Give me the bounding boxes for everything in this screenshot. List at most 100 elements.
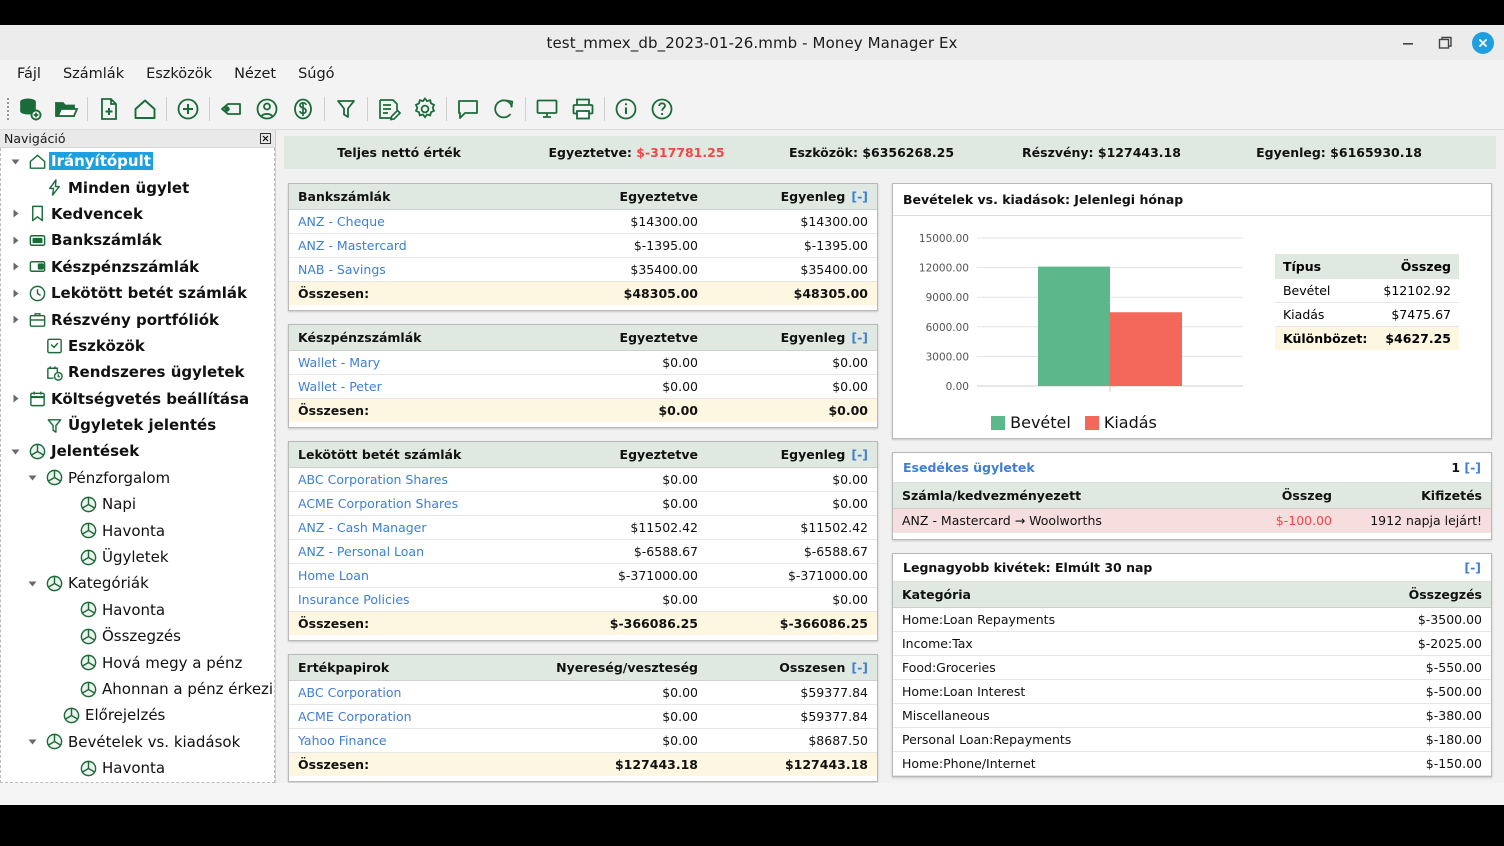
comment-icon[interactable] xyxy=(450,91,486,127)
account-name[interactable]: NAB - Savings xyxy=(289,257,537,282)
bills-title[interactable]: Esedékes ügyletek xyxy=(903,460,1035,475)
sidebar-item-banksz-ml-k[interactable]: Bankszámlák xyxy=(1,227,274,253)
account-name[interactable]: ABC Corporation Shares xyxy=(289,467,537,492)
account-name[interactable]: ANZ - Mastercard xyxy=(289,233,537,258)
withdrawal-row[interactable]: Miscellaneous $-380.00 xyxy=(893,703,1491,728)
tree-expander-0[interactable] xyxy=(5,156,25,167)
sidebar-item-gyletek-jelent-s[interactable]: Ügyletek jelentés xyxy=(1,412,274,438)
sidebar-item-hov-megy-a-p-nz[interactable]: Hová megy a pénz xyxy=(1,649,274,675)
info-icon[interactable] xyxy=(608,91,644,127)
filter-icon[interactable] xyxy=(328,91,364,127)
table-row[interactable]: ABC Corporation $0.00 $59377.84 xyxy=(289,680,877,705)
sidebar-item-r-szv-ny-portf-li-k[interactable]: Részvény portfóliók xyxy=(1,306,274,332)
table-row[interactable]: ACME Corporation Shares $0.00 $0.00 xyxy=(289,491,877,516)
sidebar-item-havonta[interactable]: Havonta xyxy=(1,755,274,781)
bill-row[interactable]: ANZ - Mastercard → Woolworths $-100.00 191… xyxy=(893,508,1491,533)
menu-sugo[interactable]: Súgó xyxy=(289,63,343,85)
home-icon[interactable] xyxy=(127,91,163,127)
account-name[interactable]: ANZ - Cheque xyxy=(289,209,537,234)
sidebar-item-havonta[interactable]: Havonta xyxy=(1,517,274,543)
cash-collapse-toggle[interactable]: [-] xyxy=(845,330,868,345)
tree-expander-4[interactable] xyxy=(5,261,25,272)
term-collapse-toggle[interactable]: [-] xyxy=(845,447,868,462)
account-name[interactable]: Wallet - Peter xyxy=(289,374,537,399)
menu-fajl[interactable]: Fájl xyxy=(8,63,50,85)
table-row[interactable]: ANZ - Mastercard $-1395.00 $-1395.00 xyxy=(289,233,877,258)
sidebar-item-ir-ny-t-pult[interactable]: Irányítópult xyxy=(1,148,274,174)
withdrawal-row[interactable]: Food:Groceries $-550.00 xyxy=(893,655,1491,680)
payee-icon[interactable] xyxy=(249,91,285,127)
account-name[interactable]: Home Loan xyxy=(289,563,537,588)
menu-szamlak[interactable]: Számlák xyxy=(54,63,133,85)
sidebar-item-kateg-ri-k[interactable]: Kategóriák xyxy=(1,570,274,596)
account-name[interactable]: ACME Corporation xyxy=(289,704,537,729)
toolbar-grip[interactable] xyxy=(4,96,12,122)
sidebar-item-minden-gylet[interactable]: Minden ügylet xyxy=(1,174,274,200)
minimize-icon[interactable] xyxy=(1398,33,1418,53)
sidebar-item-jelent-sek[interactable]: Jelentések xyxy=(1,438,274,464)
tree-expander-6[interactable] xyxy=(5,314,25,325)
bank-collapse-toggle[interactable]: [-] xyxy=(845,189,868,204)
account-name[interactable]: ANZ - Cash Manager xyxy=(289,515,537,540)
sidebar-item-napi[interactable]: Napi xyxy=(1,491,274,517)
tree-expander-2[interactable] xyxy=(5,208,25,219)
screen-icon[interactable] xyxy=(529,91,565,127)
account-name[interactable]: ANZ - Personal Loan xyxy=(289,539,537,564)
table-row[interactable]: ACME Corporation $0.00 $59377.84 xyxy=(289,704,877,729)
tree-expander-22[interactable] xyxy=(22,736,42,747)
table-row[interactable]: Yahoo Finance $0.00 $8687.50 xyxy=(289,728,877,753)
sidebar-item-el-rejelz-s[interactable]: Előrejelzés xyxy=(1,702,274,728)
table-row[interactable]: Insurance Policies $0.00 $0.00 xyxy=(289,587,877,612)
table-row[interactable]: ABC Corporation Shares $0.00 $0.00 xyxy=(289,467,877,492)
withdrawal-row[interactable]: Home:Loan Repayments $-3500.00 xyxy=(893,607,1491,632)
account-name[interactable]: ACME Corporation Shares xyxy=(289,491,537,516)
menu-nezet[interactable]: Nézet xyxy=(225,63,285,85)
table-row[interactable]: Wallet - Peter $0.00 $0.00 xyxy=(289,374,877,399)
tree-expander-3[interactable] xyxy=(5,235,25,246)
account-name[interactable]: Wallet - Mary xyxy=(289,350,537,375)
maximize-icon[interactable] xyxy=(1435,33,1455,53)
new-database-icon[interactable] xyxy=(12,91,48,127)
open-database-icon[interactable] xyxy=(48,91,84,127)
menu-eszkozok[interactable]: Eszközök xyxy=(137,63,221,85)
sidebar-item-lek-t-tt-bet-t-sz-ml-k[interactable]: Lekötött betét számlák xyxy=(1,280,274,306)
navigation-close-icon[interactable] xyxy=(260,133,271,144)
close-button[interactable] xyxy=(1472,31,1494,54)
top-withdrawals-collapse-toggle[interactable]: [-] xyxy=(1458,560,1481,575)
settings-gear-icon[interactable] xyxy=(407,91,443,127)
table-row[interactable]: NAB - Savings $35400.00 $35400.00 xyxy=(289,257,877,282)
withdrawal-row[interactable]: Personal Loan:Repayments $-180.00 xyxy=(893,727,1491,752)
tree-expander-9[interactable] xyxy=(5,393,25,404)
add-account-icon[interactable] xyxy=(170,91,206,127)
sidebar-item-k-szp-nzsz-ml-k[interactable]: Készpénzszámlák xyxy=(1,254,274,280)
account-name[interactable]: ABC Corporation xyxy=(289,680,537,705)
currency-icon[interactable] xyxy=(285,91,321,127)
sidebar-item-k-lts-gvet-s-be-ll-t-sa[interactable]: Költségvetés beállítása xyxy=(1,386,274,412)
refresh-icon[interactable] xyxy=(486,91,522,127)
help-icon[interactable] xyxy=(644,91,680,127)
sidebar-item-sszegz-s[interactable]: Összegzés xyxy=(1,623,274,649)
table-row[interactable]: Home Loan $-371000.00 $-371000.00 xyxy=(289,563,877,588)
tree-expander-11[interactable] xyxy=(5,446,25,457)
account-name[interactable]: Insurance Policies xyxy=(289,587,537,612)
withdrawal-row[interactable]: Home:Loan Interest $-500.00 xyxy=(893,679,1491,704)
table-row[interactable]: ANZ - Personal Loan $-6588.67 $-6588.67 xyxy=(289,539,877,564)
new-transaction-icon[interactable] xyxy=(91,91,127,127)
bills-collapse-toggle[interactable]: [-] xyxy=(1464,460,1481,475)
tree-expander-12[interactable] xyxy=(22,472,42,483)
table-row[interactable]: ANZ - Cheque $14300.00 $14300.00 xyxy=(289,209,877,234)
sidebar-item-bev-telek-vs-kiad-sok[interactable]: Bevételek vs. kiadások xyxy=(1,729,274,755)
navigation-tree[interactable]: Irányítópult Minden ügylet Kedvencek Banksz… xyxy=(0,148,275,783)
sidebar-item-gyletek[interactable]: Ügyletek xyxy=(1,544,274,570)
sidebar-item-p-nzforgalom[interactable]: Pénzforgalom xyxy=(1,465,274,491)
table-row[interactable]: Wallet - Mary $0.00 $0.00 xyxy=(289,350,877,375)
sidebar-item-ahonnan-a-p-nz-rkezik[interactable]: Ahonnan a pénz érkezik xyxy=(1,676,274,702)
sidebar-item-rendszeres-gyletek[interactable]: Rendszeres ügyletek xyxy=(1,359,274,385)
tag-icon[interactable] xyxy=(213,91,249,127)
table-row[interactable]: ANZ - Cash Manager $11502.42 $11502.42 xyxy=(289,515,877,540)
tree-expander-5[interactable] xyxy=(5,288,25,299)
withdrawal-row[interactable]: Income:Tax $-2025.00 xyxy=(893,631,1491,656)
withdrawal-row[interactable]: Home:Phone/Internet $-150.00 xyxy=(893,751,1491,776)
print-icon[interactable] xyxy=(565,91,601,127)
tree-expander-16[interactable] xyxy=(22,578,42,589)
